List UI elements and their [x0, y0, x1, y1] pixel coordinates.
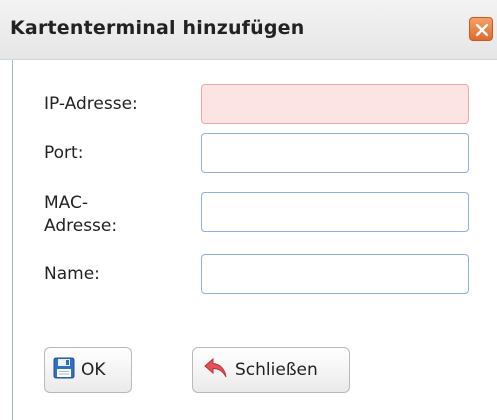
ip-address-input[interactable] [201, 84, 469, 124]
dialog-titlebar[interactable]: Kartenterminal hinzufügen [0, 0, 497, 60]
dialog-title: Kartenterminal hinzufügen [10, 17, 305, 39]
name-label: Name: [44, 264, 100, 284]
port-input[interactable] [201, 133, 469, 173]
name-input[interactable] [201, 254, 469, 294]
mac-address-label-line2: Adresse: [44, 216, 118, 236]
close-button[interactable]: Schließen [192, 347, 350, 393]
undo-arrow-icon [203, 356, 229, 385]
mac-address-label-line1: MAC- [44, 193, 89, 213]
ip-address-label: IP-Adresse: [44, 94, 138, 114]
ok-button-label: OK [81, 360, 106, 380]
port-label: Port: [44, 143, 84, 163]
add-card-terminal-dialog: Kartenterminal hinzufügen IP-Adresse: Po… [0, 0, 497, 420]
close-button-label: Schließen [235, 360, 318, 380]
mac-address-input[interactable] [201, 192, 469, 232]
save-icon [53, 357, 75, 384]
close-icon[interactable] [469, 17, 493, 41]
ok-button[interactable]: OK [44, 347, 132, 393]
